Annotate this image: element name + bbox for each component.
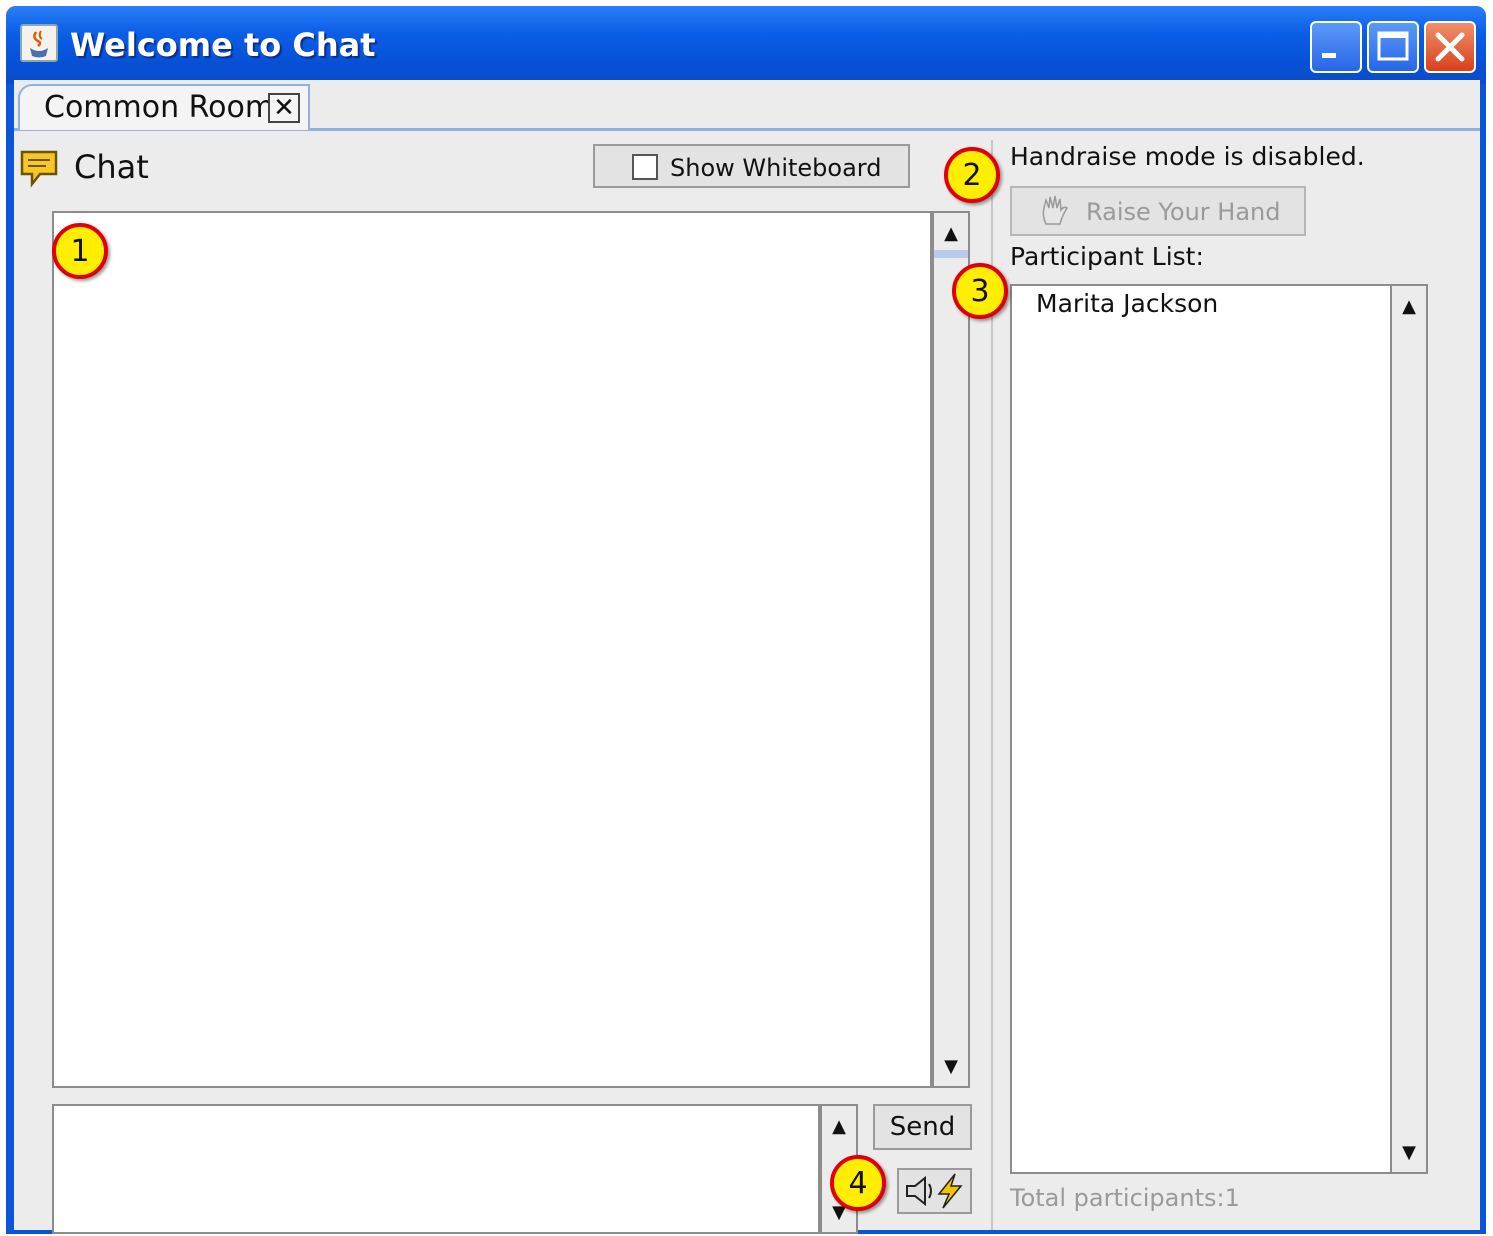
callout-badge-4: 4 xyxy=(830,1155,886,1211)
participant-list-label: Participant List: xyxy=(1010,242,1204,271)
close-button[interactable] xyxy=(1424,21,1476,73)
scroll-thumb[interactable] xyxy=(934,250,968,258)
scroll-up-arrow-icon[interactable]: ▲ xyxy=(1392,286,1426,326)
scroll-down-arrow-icon[interactable]: ▼ xyxy=(1392,1132,1426,1172)
maximize-button[interactable] xyxy=(1367,21,1419,73)
tab-close-icon[interactable]: ✕ xyxy=(268,93,300,123)
send-button[interactable]: Send xyxy=(873,1104,972,1150)
minimize-icon xyxy=(1322,53,1336,58)
hand-icon xyxy=(1036,194,1074,228)
window-title: Welcome to Chat xyxy=(70,26,376,64)
chat-transcript[interactable] xyxy=(52,211,932,1088)
tab-label[interactable]: Common Room xyxy=(44,90,274,125)
sound-lightning-icon xyxy=(906,1173,963,1209)
java-cup-icon[interactable] xyxy=(20,24,58,62)
participant-list-scrollbar[interactable]: ▲ ▼ xyxy=(1390,284,1428,1174)
maximize-icon xyxy=(1377,31,1409,61)
scroll-up-arrow-icon[interactable]: ▲ xyxy=(934,213,968,253)
message-input[interactable] xyxy=(52,1104,820,1234)
chat-transcript-scrollbar[interactable]: ▲ ▼ xyxy=(932,211,970,1088)
show-whiteboard-checkbox[interactable] xyxy=(632,154,658,180)
raise-hand-label[interactable]: Raise Your Hand xyxy=(1086,198,1280,226)
scroll-down-arrow-icon[interactable]: ▼ xyxy=(934,1046,968,1086)
chat-bubble-icon xyxy=(18,148,62,188)
callout-badge-1: 1 xyxy=(52,223,108,279)
scroll-up-arrow-icon[interactable]: ▲ xyxy=(822,1106,856,1146)
show-whiteboard-label[interactable]: Show Whiteboard xyxy=(670,154,881,182)
sound-button[interactable] xyxy=(897,1168,972,1214)
handraise-status: Handraise mode is disabled. xyxy=(1010,142,1365,171)
minimize-button[interactable] xyxy=(1310,21,1362,73)
callout-badge-2: 2 xyxy=(944,147,1000,203)
callout-badge-3: 3 xyxy=(952,263,1008,319)
chat-label: Chat xyxy=(74,148,149,186)
close-icon xyxy=(1435,32,1465,62)
total-participants: Total participants:1 xyxy=(1010,1184,1240,1212)
list-item[interactable]: Marita Jackson xyxy=(1036,289,1218,318)
participant-list[interactable] xyxy=(1010,284,1392,1174)
